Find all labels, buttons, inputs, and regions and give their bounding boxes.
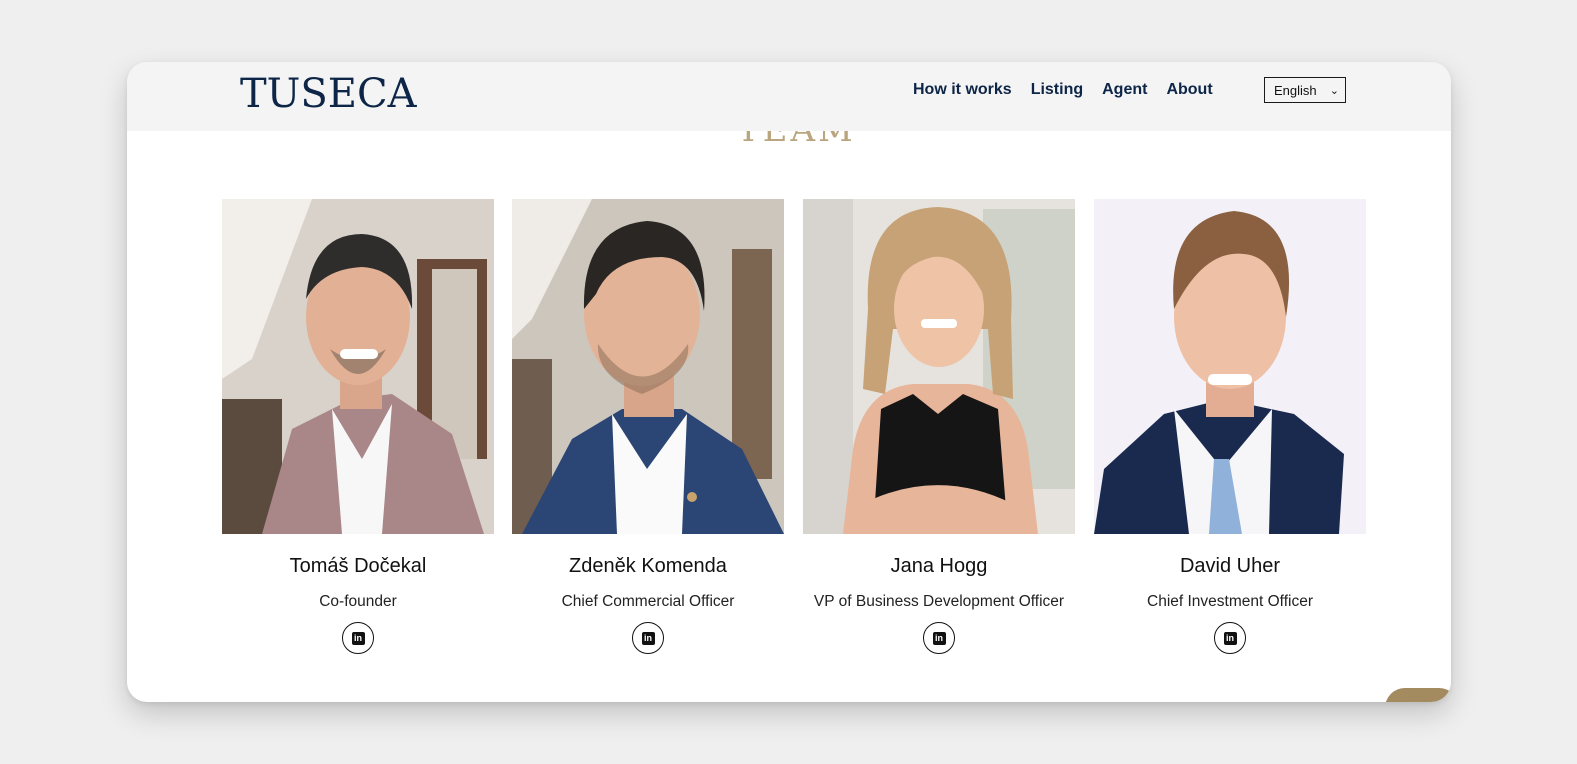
floating-widget-tab[interactable] [1385,688,1451,702]
member-name: David Uher [1179,555,1281,577]
language-select[interactable]: English ⌄ [1264,77,1346,103]
team-card: David Uher Chief Investment Officer in [1094,199,1366,654]
linkedin-icon[interactable]: in [1214,622,1246,654]
member-role: Chief Investment Officer [1147,593,1313,610]
nav-how-it-works[interactable]: How it works [913,80,1012,100]
team-photo-komenda [512,199,784,534]
team-card: Jana Hogg VP of Business Development Off… [803,199,1075,654]
site-logo[interactable]: TUSECA [240,66,416,122]
team-card: Zdeněk Komenda Chief Commercial Officer … [512,199,784,654]
member-role: Co-founder [319,593,397,610]
nav-about[interactable]: About [1166,80,1212,100]
team-photo-uher [1094,199,1366,534]
language-selected: English [1274,82,1317,98]
chevron-down-icon: ⌄ [1329,84,1339,97]
site-header: TUSECA How it works Listing Agent About … [127,62,1451,131]
nav-listing[interactable]: Listing [1031,80,1083,100]
nav-agent[interactable]: Agent [1102,80,1147,100]
member-name: Zdeněk Komenda [569,555,727,577]
team-card: Tomáš Dočekal Co-founder in [222,199,494,654]
team-photo-hogg [803,199,1075,534]
main-nav: How it works Listing Agent About [913,80,1232,100]
member-name: Tomáš Dočekal [289,555,427,577]
member-name: Jana Hogg [890,555,988,577]
member-role: VP of Business Development Officer [813,593,1065,610]
member-role: Chief Commercial Officer [561,593,735,610]
linkedin-icon[interactable]: in [342,622,374,654]
browser-viewport: TUSECA How it works Listing Agent About … [127,62,1451,702]
team-photo-docekal [222,199,494,534]
linkedin-icon[interactable]: in [632,622,664,654]
linkedin-icon[interactable]: in [923,622,955,654]
